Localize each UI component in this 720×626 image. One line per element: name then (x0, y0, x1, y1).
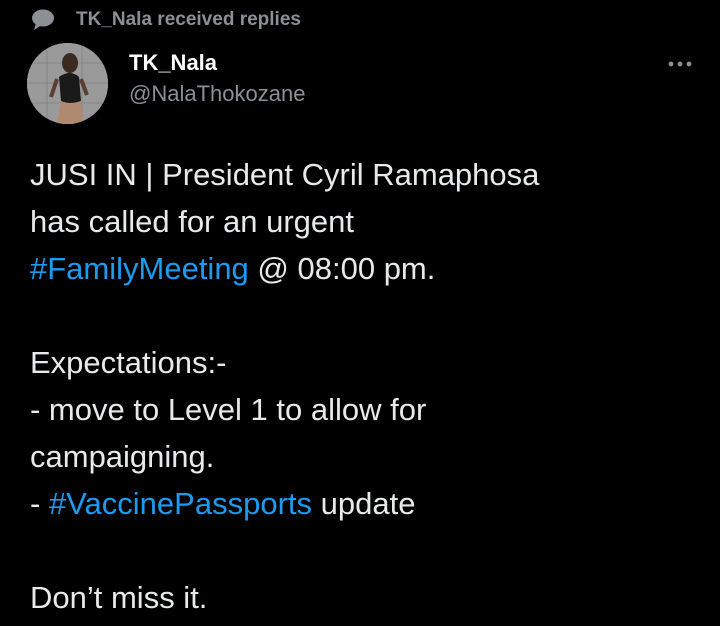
tweet-line: Don’t miss it. (30, 580, 208, 615)
more-options-button[interactable] (662, 52, 698, 76)
tweet-text: JUSI IN | President Cyril Ramaphosa has … (30, 151, 700, 621)
social-context-text: TK_Nala received replies (76, 9, 301, 30)
profile-photo (27, 43, 108, 124)
hashtag-familymeeting[interactable]: #FamilyMeeting (30, 251, 249, 286)
tweet-line: - #VaccinePassports update (30, 480, 700, 527)
tweet-line-text: - (30, 486, 49, 521)
user-handle[interactable]: @NalaThokozane (129, 78, 305, 110)
avatar[interactable] (27, 43, 108, 124)
display-name[interactable]: TK_Nala (129, 48, 305, 78)
tweet-line: has called for an urgent (30, 204, 354, 239)
tweet-line: campaigning. (30, 439, 215, 474)
tweet-line: #FamilyMeeting @ 08:00 pm. (30, 245, 700, 292)
social-context[interactable]: TK_Nala received replies (30, 8, 301, 32)
hashtag-vaccinepassports[interactable]: #VaccinePassports (49, 486, 312, 521)
tweet-line-text: update (312, 486, 416, 521)
tweet-line: - move to Level 1 to allow for (30, 392, 427, 427)
tweet-line-text: @ 08:00 pm. (248, 251, 436, 286)
tweet-line: Expectations:- (30, 345, 227, 380)
speech-bubble-icon (30, 8, 56, 32)
tweet-line: JUSI IN | President Cyril Ramaphosa (30, 157, 540, 192)
author-header[interactable]: TK_Nala @NalaThokozane (129, 48, 305, 110)
more-horizontal-icon (668, 61, 692, 67)
